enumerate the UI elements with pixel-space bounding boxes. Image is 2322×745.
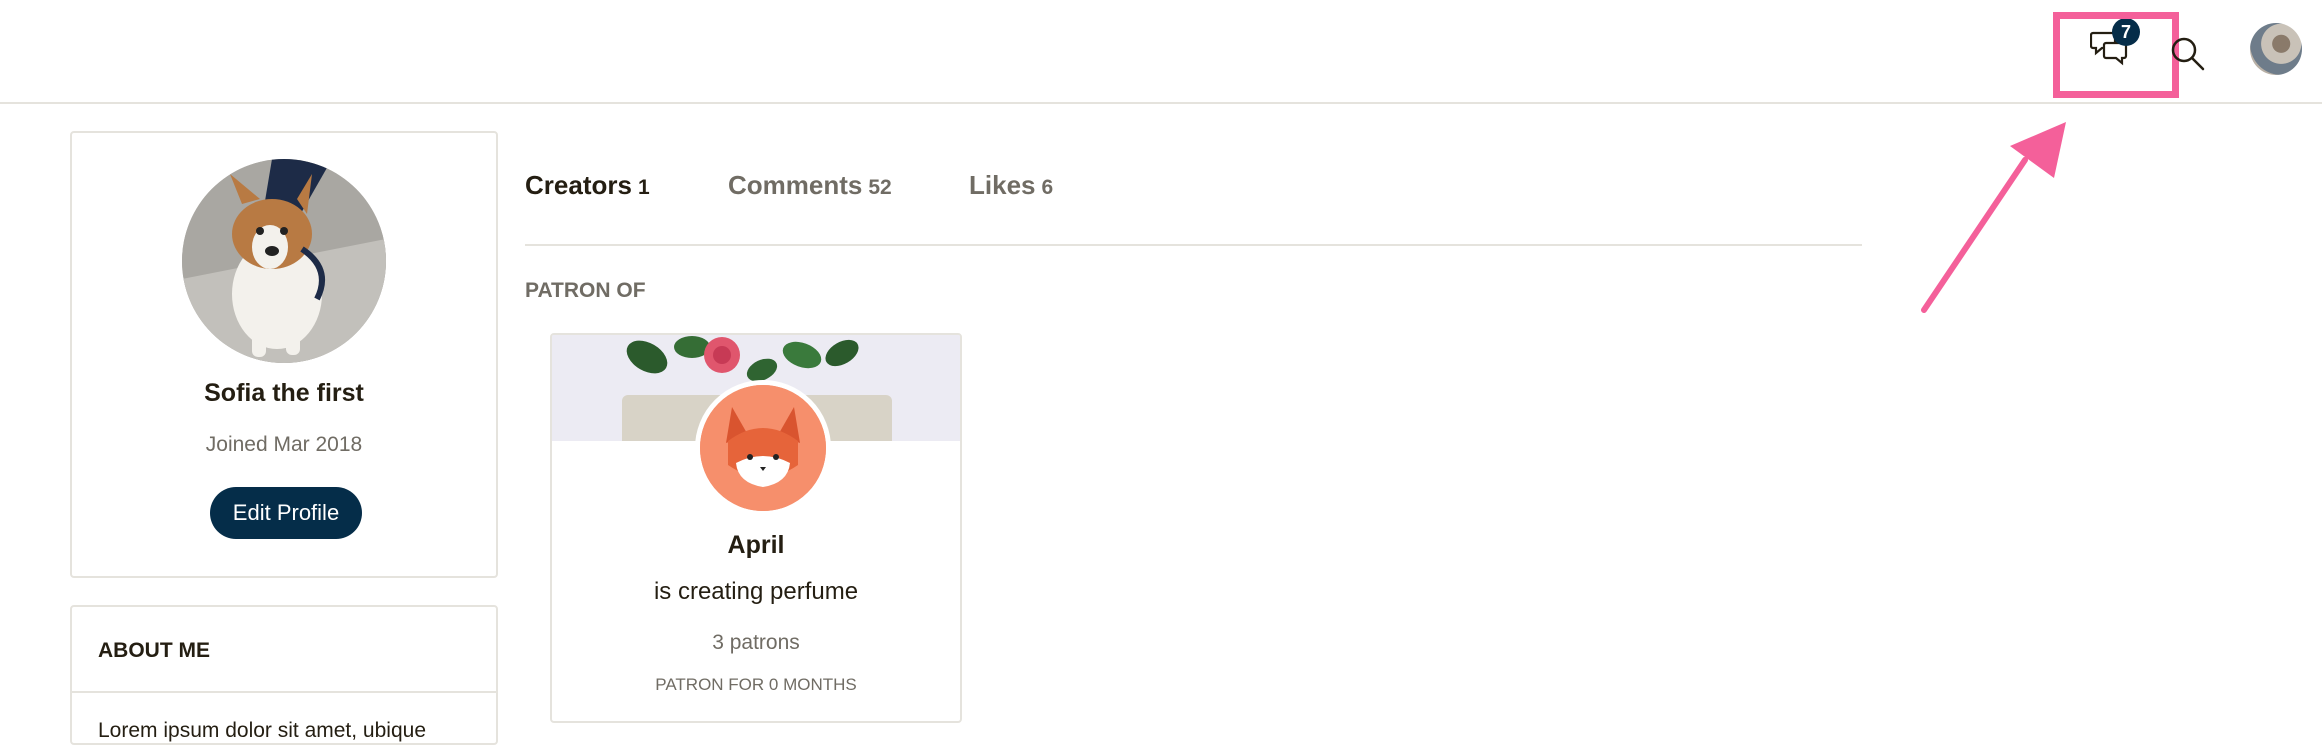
user-avatar-menu[interactable] <box>2250 23 2302 75</box>
creator-name[interactable]: April <box>552 531 960 560</box>
creator-avatar <box>695 380 831 516</box>
search-button[interactable] <box>2170 36 2206 72</box>
creator-patron-count: 3 patrons <box>712 631 800 654</box>
edit-profile-button[interactable]: Edit Profile <box>210 487 362 539</box>
arrow-annotation-icon <box>1921 122 2066 313</box>
profile-joined-date: Joined Mar 2018 <box>205 433 363 456</box>
highlight-annotation-box <box>2053 12 2179 98</box>
profile-name: Sofia the first <box>204 379 364 407</box>
tab-likes[interactable]: Likes 6 <box>969 170 1053 201</box>
tabs-divider <box>525 244 1862 246</box>
creator-card[interactable]: April is creating perfume 3 patrons PATR… <box>550 333 962 723</box>
divider <box>72 691 496 693</box>
tab-label: Likes <box>969 170 1036 200</box>
about-me-card: ABOUT ME Lorem ipsum dolor sit amet, ubi… <box>70 605 498 745</box>
tab-count: 52 <box>868 176 892 199</box>
section-label-patron-of: PATRON OF <box>525 279 646 302</box>
tab-count: 6 <box>1041 176 1054 199</box>
profile-avatar <box>182 159 386 363</box>
about-me-title: ABOUT ME <box>98 639 210 662</box>
about-me-text: Lorem ipsum dolor sit amet, ubique <box>98 719 426 742</box>
creator-description: is creating perfume <box>653 578 859 605</box>
profile-card: Sofia the first Joined Mar 2018 Edit Pro… <box>70 131 498 578</box>
search-icon <box>2171 37 2205 71</box>
patron-duration: PATRON FOR 0 MONTHS <box>655 675 857 694</box>
tab-label: Comments <box>728 170 863 200</box>
tab-count: 1 <box>637 176 650 199</box>
tab-comments[interactable]: Comments 52 <box>728 170 892 201</box>
tab-label: Creators <box>525 170 632 200</box>
top-navigation-bar: 7 <box>0 0 2322 104</box>
tab-creators[interactable]: Creators 1 <box>525 170 650 201</box>
